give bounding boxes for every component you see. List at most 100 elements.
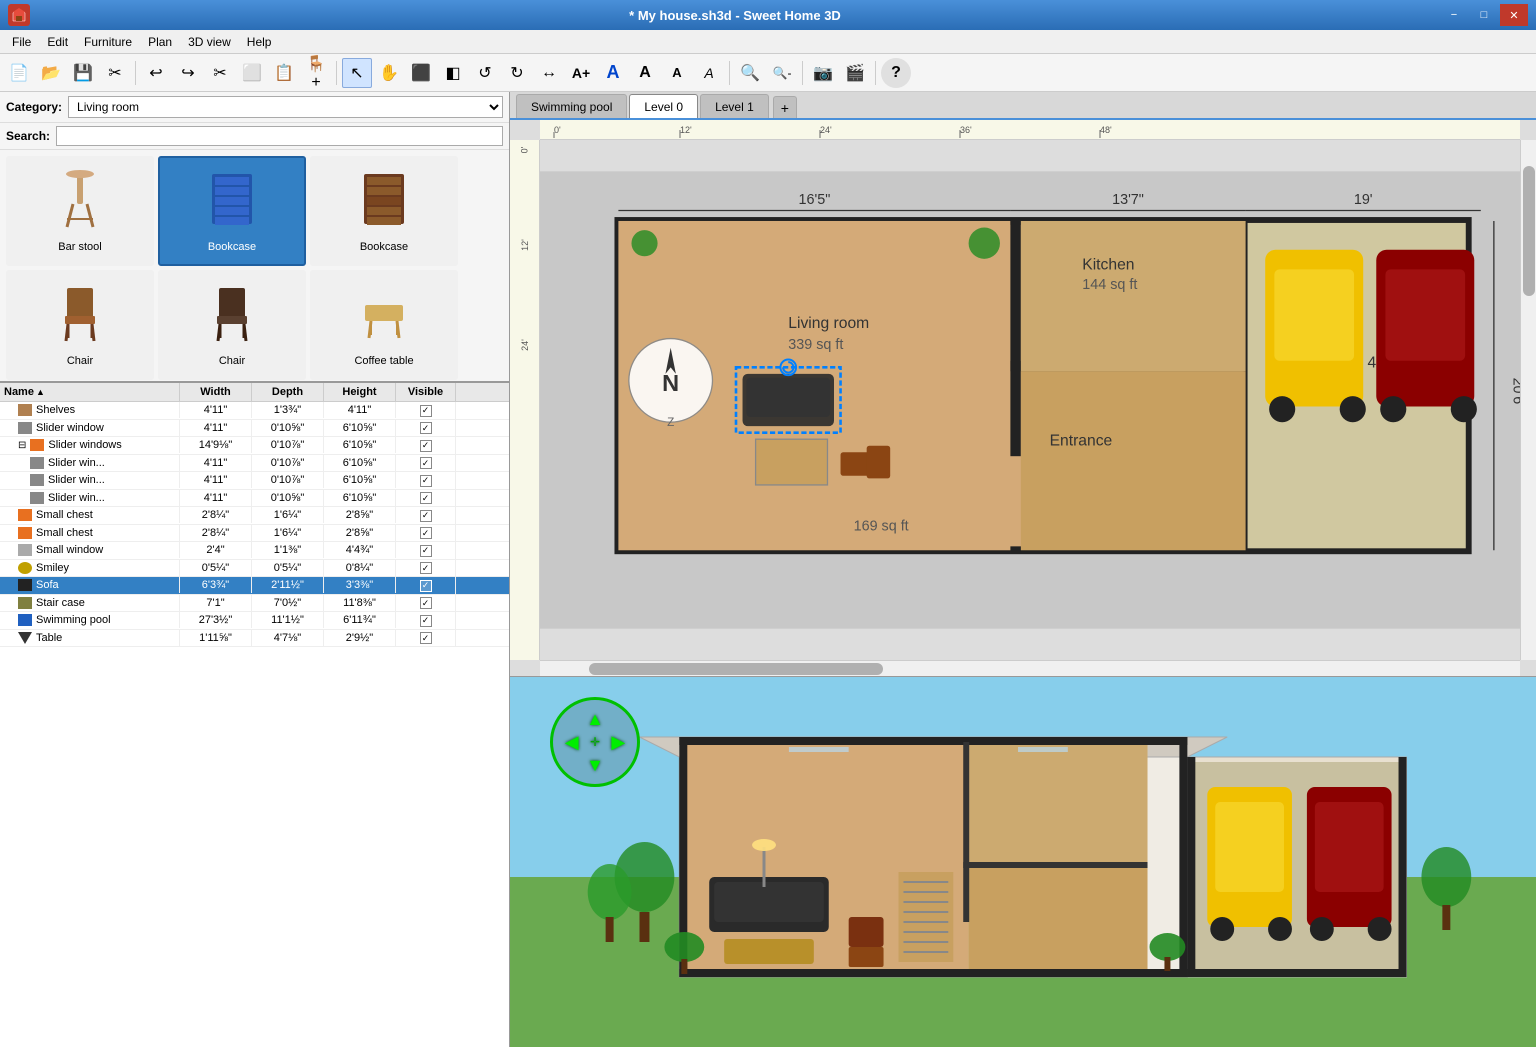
text-large-button[interactable]: A xyxy=(598,58,628,88)
header-height[interactable]: Height xyxy=(324,383,396,401)
tab-add-button[interactable]: + xyxy=(773,96,797,118)
menu-help[interactable]: Help xyxy=(239,33,280,51)
sofa-visible-cb[interactable] xyxy=(420,580,432,592)
menu-3dview[interactable]: 3D view xyxy=(180,33,239,51)
cut-toolbar-btn[interactable]: ✂ xyxy=(100,58,130,88)
list-item-shelves[interactable]: Shelves 4'11" 1'3¾" 4'11" xyxy=(0,402,509,420)
list-item-table[interactable]: Table 1'11⅝" 4'7⅛" 2'9½" xyxy=(0,630,509,648)
plan-content[interactable]: 16'5" 13'7" 19' 20'6" xyxy=(540,140,1520,660)
rotate-button[interactable]: ↺ xyxy=(470,58,500,88)
camera-button[interactable]: 📷 xyxy=(808,58,838,88)
small-chest1-visible-cb[interactable] xyxy=(420,510,432,522)
header-name[interactable]: Name ▲ xyxy=(0,383,180,401)
list-item-small-chest-1[interactable]: Small chest 2'8¼" 1'6¼" 2'8⅝" xyxy=(0,507,509,525)
list-item-slider-windows[interactable]: ⊟ Slider windows 14'9⅛" 0'10⅞" 6'10⅝" xyxy=(0,437,509,455)
create-wall-button[interactable]: ◧ xyxy=(438,58,468,88)
tab-level-1[interactable]: Level 1 xyxy=(700,94,769,118)
zoom-in-button[interactable]: 🔍 xyxy=(735,58,765,88)
redo-button[interactable]: ↪ xyxy=(173,58,203,88)
list-item-slider-win-1[interactable]: Slider win... 4'11" 0'10⅞" 6'10⅝" xyxy=(0,455,509,473)
text-style-button[interactable]: A xyxy=(694,58,724,88)
slider-win2-visible-cb[interactable] xyxy=(420,475,432,487)
pan-tool[interactable]: ✋ xyxy=(374,58,404,88)
navigation-circle[interactable]: ▲ ◀ ✛ ▶ ▼ xyxy=(550,697,640,787)
cut-button[interactable]: ✂ xyxy=(205,58,235,88)
plan-view[interactable]: 0' 12' 24' 36' 48' 0' 12' 24' xyxy=(510,120,1536,677)
rotate-cw-button[interactable]: ↻ xyxy=(502,58,532,88)
menu-file[interactable]: File xyxy=(4,33,39,51)
slider-win1-visible-cb[interactable] xyxy=(420,457,432,469)
list-item-sofa[interactable]: Sofa 6'3¾" 2'11½" 3'3⅜" xyxy=(0,577,509,595)
add-furniture-button[interactable]: 🪑+ xyxy=(301,58,331,88)
small-window-visible-cb[interactable] xyxy=(420,545,432,557)
copy-button[interactable]: ⬜ xyxy=(237,58,267,88)
text-button[interactable]: A+ xyxy=(566,58,596,88)
staircase-visible-cb[interactable] xyxy=(420,597,432,609)
category-select[interactable]: Living room Bedroom Kitchen Bathroom Off… xyxy=(68,96,503,118)
slider-windows-visible-cb[interactable] xyxy=(420,440,432,452)
tab-level-0[interactable]: Level 0 xyxy=(629,94,698,118)
slider-win3-visible-cb[interactable] xyxy=(420,492,432,504)
tab-swimming-pool[interactable]: Swimming pool xyxy=(516,94,627,118)
undo-button[interactable]: ↩ xyxy=(141,58,171,88)
svg-text:169 sq ft: 169 sq ft xyxy=(854,519,909,535)
video-button[interactable]: 🎬 xyxy=(840,58,870,88)
plan-scrollbar-h-thumb[interactable] xyxy=(589,663,883,675)
zoom-out-button[interactable]: 🔍- xyxy=(767,58,797,88)
nav-down[interactable]: ▼ xyxy=(583,754,606,777)
header-width[interactable]: Width xyxy=(180,383,252,401)
furniture-item-chair2[interactable]: Chair xyxy=(158,270,306,380)
smiley-visible-cb[interactable] xyxy=(420,562,432,574)
table-visible-cb[interactable] xyxy=(420,632,432,644)
list-item-swimming-pool[interactable]: Swimming pool 27'3½" 11'1½" 6'11¾" xyxy=(0,612,509,630)
small-chest2-visible-cb[interactable] xyxy=(420,527,432,539)
small-chest-1-name: Small chest xyxy=(0,507,180,523)
create-room-button[interactable]: ⬛ xyxy=(406,58,436,88)
list-item-staircase[interactable]: Stair case 7'1" 7'0½" 11'8⅜" xyxy=(0,595,509,613)
plan-scrollbar-v-thumb[interactable] xyxy=(1523,166,1535,296)
open-button[interactable]: 📂 xyxy=(36,58,66,88)
swimming-pool-visible-cb[interactable] xyxy=(420,615,432,627)
nav-arrows: ▲ ◀ ✛ ▶ ▼ xyxy=(560,707,630,777)
3d-view[interactable]: ▲ ◀ ✛ ▶ ▼ xyxy=(510,677,1536,1047)
table-name: Table xyxy=(0,630,180,646)
nav-right[interactable]: ▶ xyxy=(607,730,630,753)
furniture-item-bookcase[interactable]: Bookcase xyxy=(310,156,458,266)
menu-furniture[interactable]: Furniture xyxy=(76,33,140,51)
maximize-button[interactable]: □ xyxy=(1470,4,1498,26)
select-tool[interactable]: ↖ xyxy=(342,58,372,88)
slider-window-visible-cb[interactable] xyxy=(420,422,432,434)
furniture-item-barstool[interactable]: Bar stool xyxy=(6,156,154,266)
nav-up[interactable]: ▲ xyxy=(583,707,606,730)
shelves-visible-cb[interactable] xyxy=(420,405,432,417)
dimension-button[interactable]: ↔ xyxy=(534,58,564,88)
menu-plan[interactable]: Plan xyxy=(140,33,180,51)
search-input[interactable] xyxy=(56,126,503,146)
header-visible[interactable]: Visible xyxy=(396,383,456,401)
list-item-slider-win-2[interactable]: Slider win... 4'11" 0'10⅞" 6'10⅝" xyxy=(0,472,509,490)
text-medium-button[interactable]: A xyxy=(630,58,660,88)
furniture-item-bookcase-blue[interactable]: Bookcase xyxy=(158,156,306,266)
nav-center[interactable]: ✛ xyxy=(583,730,606,753)
toolbar: 📄 📂 💾 ✂ ↩ ↪ ✂ ⬜ 📋 🪑+ ↖ ✋ ⬛ ◧ ↺ ↻ ↔ A+ A … xyxy=(0,54,1536,92)
list-item-small-chest-2[interactable]: Small chest 2'8¼" 1'6¼" 2'8⅝" xyxy=(0,525,509,543)
minimize-button[interactable]: − xyxy=(1440,4,1468,26)
list-item-slider-win-3[interactable]: Slider win... 4'11" 0'10⅝" 6'10⅝" xyxy=(0,490,509,508)
furniture-item-coffee[interactable]: Coffee table xyxy=(310,270,458,380)
list-item-smiley[interactable]: Smiley 0'5¼" 0'5¼" 0'8¼" xyxy=(0,560,509,578)
menu-edit[interactable]: Edit xyxy=(39,33,76,51)
furniture-item-chair1[interactable]: Chair xyxy=(6,270,154,380)
new-button[interactable]: 📄 xyxy=(4,58,34,88)
nav-left[interactable]: ◀ xyxy=(560,730,583,753)
list-item-slider-window[interactable]: Slider window 4'11" 0'10⅝" 6'10⅝" xyxy=(0,420,509,438)
text-small-button[interactable]: A xyxy=(662,58,692,88)
nav-down-left xyxy=(560,754,583,777)
help-button[interactable]: ? xyxy=(881,58,911,88)
plan-scrollbar-vertical[interactable] xyxy=(1520,140,1536,660)
header-depth[interactable]: Depth xyxy=(252,383,324,401)
close-button[interactable]: ✕ xyxy=(1500,4,1528,26)
list-item-small-window[interactable]: Small window 2'4" 1'1⅜" 4'4¾" xyxy=(0,542,509,560)
paste-button[interactable]: 📋 xyxy=(269,58,299,88)
save-button[interactable]: 💾 xyxy=(68,58,98,88)
plan-scrollbar-horizontal[interactable] xyxy=(540,660,1520,676)
